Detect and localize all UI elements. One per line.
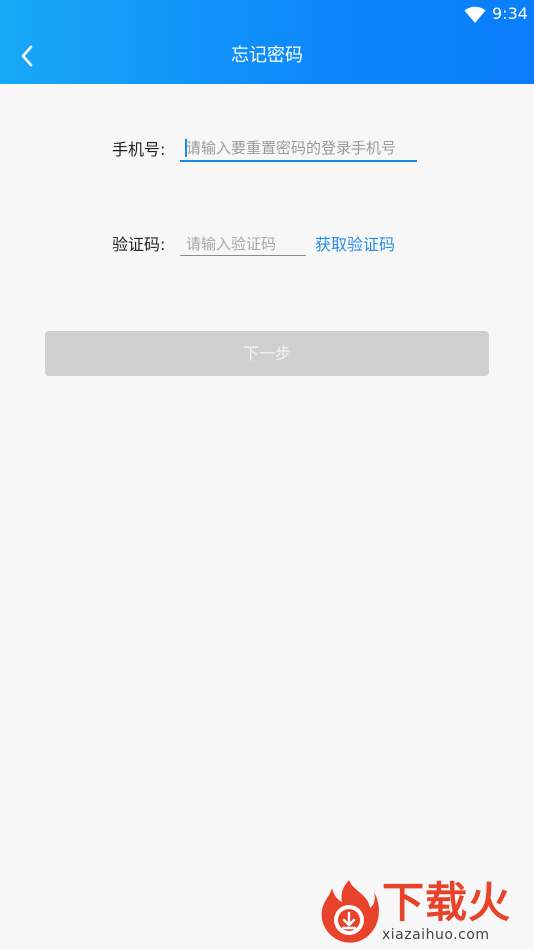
flame-logo-icon — [321, 880, 379, 943]
get-verification-code-button[interactable]: 获取验证码 — [315, 234, 395, 256]
watermark: 下载火 xiazaihuo.com — [318, 878, 532, 946]
status-time: 9:34 — [492, 4, 528, 23]
code-label: 验证码: — [112, 235, 166, 254]
next-step-button[interactable]: 下一步 — [45, 331, 489, 376]
phone-input[interactable] — [180, 136, 417, 162]
page-title: 忘记密码 — [231, 45, 303, 66]
app-header: 9:34 忘记密码 — [0, 0, 534, 84]
text-caret — [185, 139, 187, 157]
watermark-url: xiazaihuo.com — [382, 927, 490, 943]
phone-label: 手机号: — [112, 140, 166, 159]
verification-code-input[interactable] — [180, 232, 306, 256]
status-bar: 9:34 — [0, 0, 534, 28]
wifi-icon — [464, 6, 486, 23]
watermark-brand: 下载火 — [382, 878, 512, 927]
